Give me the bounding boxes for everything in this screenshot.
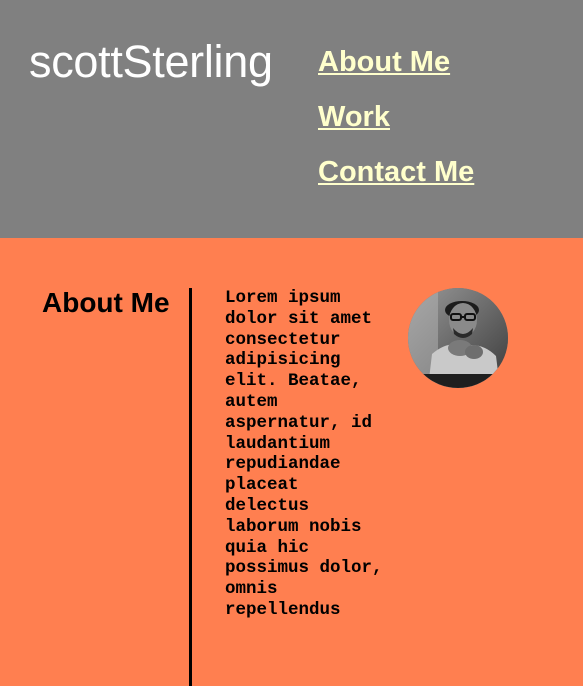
site-logo: scottSterling [29, 36, 273, 87]
profile-photo [408, 288, 508, 388]
nav-link-contact-me[interactable]: Contact Me [318, 156, 474, 188]
nav-item-work: Work [318, 99, 474, 154]
nav-link-about-me[interactable]: About Me [318, 46, 450, 78]
nav-link-work[interactable]: Work [318, 101, 390, 133]
nav-item-contact: Contact Me [318, 154, 474, 209]
nav-item-about: About Me [318, 44, 474, 99]
avatar [408, 288, 508, 388]
about-body-text: Lorem ipsum dolor sit amet consectetur a… [225, 288, 383, 620]
main-nav: About Me Work Contact Me [318, 44, 474, 209]
about-heading: About Me [42, 287, 170, 318]
section-divider [189, 288, 192, 686]
site-header: scottSterling About Me Work Contact Me [0, 0, 583, 238]
